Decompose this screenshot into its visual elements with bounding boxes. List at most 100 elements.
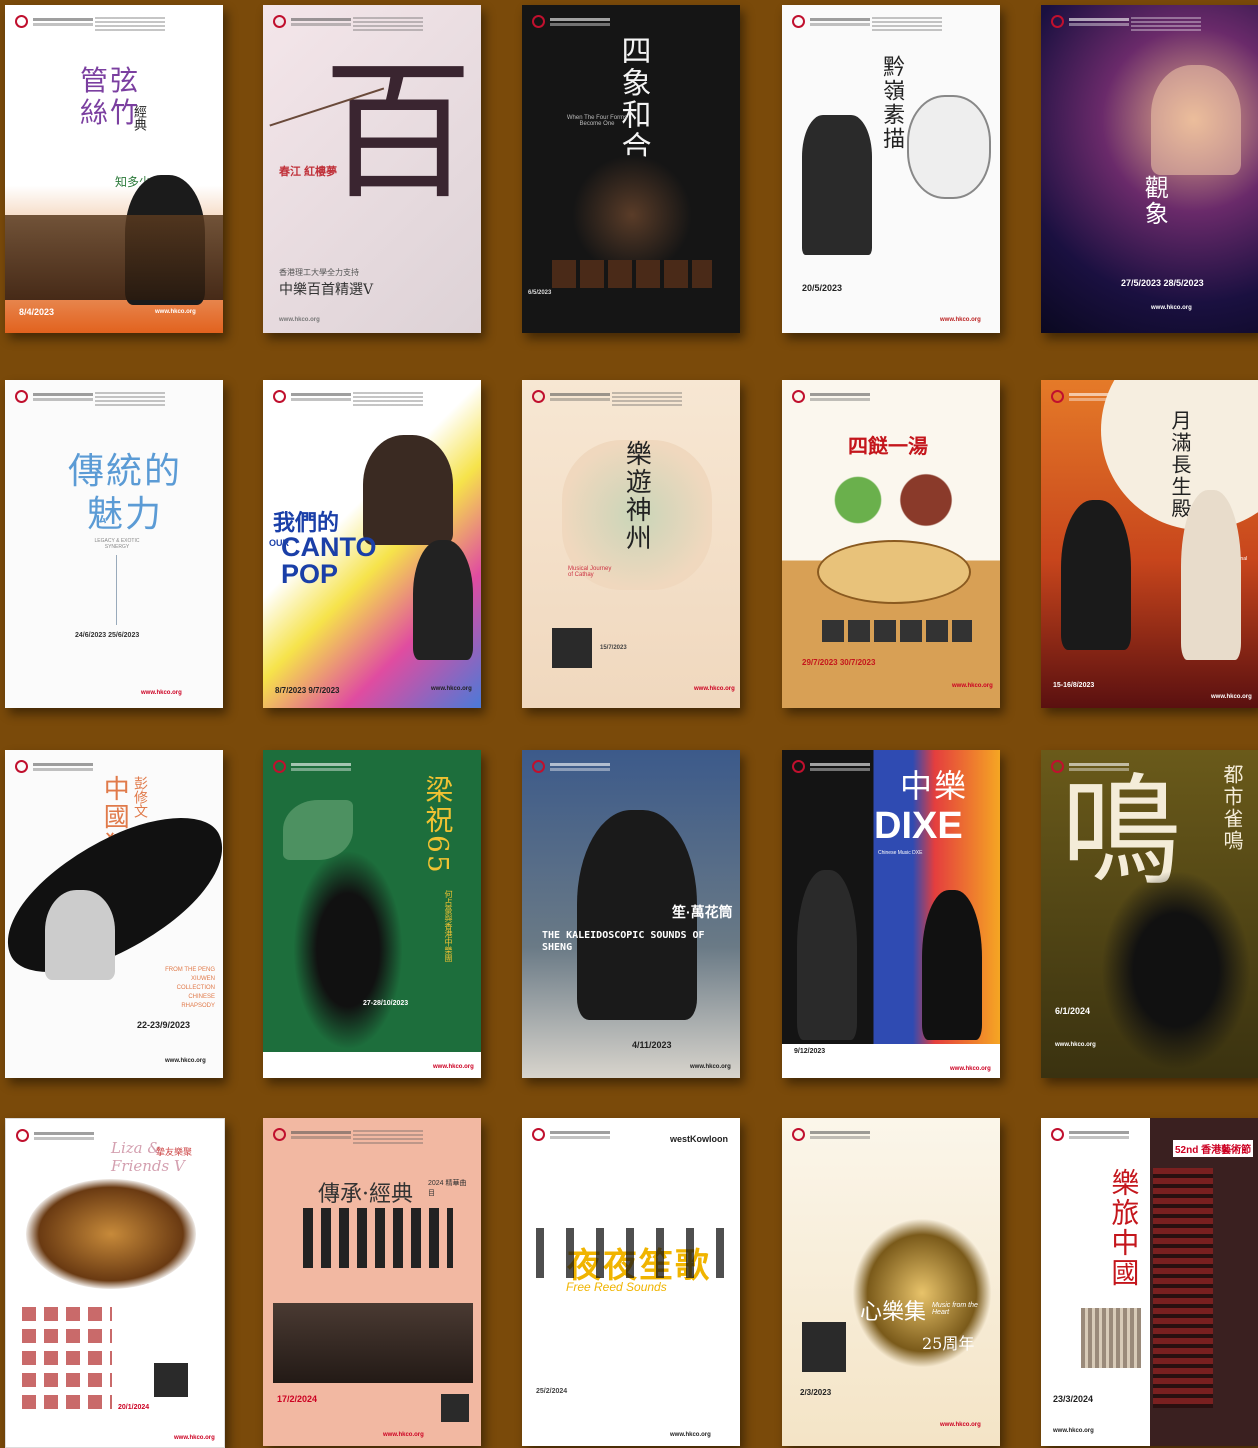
poster-title: 心樂集 <box>860 1300 927 1325</box>
poster-url: www.hkco.org <box>1055 1042 1096 1048</box>
poster-extra: 中樂百首精選V <box>279 282 374 298</box>
poster-subtitle: 摯友樂聚 <box>156 1147 193 1157</box>
poster-13[interactable]: 笙·萬花筒 THE KALEIDOSCOPIC SOUNDS OF SHENG … <box>522 750 740 1078</box>
poster-1[interactable]: 管弦絲竹 經典 知多少 8/4/2023 www.hkco.org <box>5 5 223 333</box>
poster-url: www.hkco.org <box>431 686 472 692</box>
poster-date: 27/5/2023 28/5/2023 <box>1121 278 1204 288</box>
conductor-photo <box>1061 500 1131 650</box>
poster-6[interactable]: 傳統的魅力 LEGACY & EXOTIC SYNERGY 24/6/2023 … <box>5 380 223 708</box>
hkco-logo <box>273 15 353 31</box>
poster-url: www.hkco.org <box>383 1432 424 1438</box>
header-text <box>612 392 682 406</box>
hkco-logo <box>792 1128 872 1144</box>
poster-20[interactable]: 52nd 香港藝術節 樂旅中國 23/3/2024 www.hkco.org <box>1041 1118 1258 1446</box>
poster-subtitle: Free Reed Sounds <box>566 1280 667 1294</box>
orchestra-photo <box>5 215 223 300</box>
orchestra-photo <box>273 1303 473 1383</box>
poster-14[interactable]: 中樂 DIXE Chinese Music DXE 9/12/2023 www.… <box>782 750 1000 1078</box>
hkco-logo <box>273 390 353 406</box>
poster-url: www.hkco.org <box>950 1066 991 1072</box>
poster-date: 6/1/2024 <box>1055 1006 1091 1016</box>
header-text <box>353 392 423 406</box>
poster-subtitle: CANTO POP <box>281 532 377 589</box>
poster-subtitle: When The Four Forms Become One <box>566 115 628 127</box>
poster-5[interactable]: 觀象 27/5/2023 28/5/2023 www.hkco.org <box>1041 5 1258 333</box>
poster-subtitle: DIXE <box>874 805 963 847</box>
poster-date: 9/12/2023 <box>794 1048 826 1055</box>
concert-hall-photo <box>1153 1168 1213 1408</box>
poster-date: 15/7/2023 <box>600 645 627 651</box>
poster-url: www.hkco.org <box>670 1432 711 1438</box>
poster-7[interactable]: 我們的 OUR CANTO POP 8/7/2023 9/7/2023 www.… <box>263 380 481 708</box>
poster-url: www.hkco.org <box>1053 1428 1094 1434</box>
poster-subtitle: 彭修文 <box>133 776 149 818</box>
poster-10[interactable]: 月滿長生殿 The Palace of Eternal Life 15-16/8… <box>1041 380 1258 708</box>
conductor-photo <box>413 540 473 660</box>
poster-url: www.hkco.org <box>1211 694 1252 700</box>
poster-title: 月滿長生殿 <box>1168 410 1192 520</box>
musicians-photo <box>293 850 403 1050</box>
poster-extra: 25周年 <box>922 1334 975 1353</box>
poster-url: www.hkco.org <box>279 317 320 323</box>
poster-url: www.hkco.org <box>155 309 196 315</box>
family-illustration <box>807 460 977 540</box>
poster-subtitle: 何占豪與香港中樂團 <box>444 890 453 962</box>
poster-subtitle: 經典 <box>132 105 147 131</box>
hkco-logo <box>532 390 612 406</box>
poster-url: www.hkco.org <box>433 1064 474 1070</box>
hkco-logo <box>1051 1128 1131 1144</box>
poster-2[interactable]: 百 春江 紅樓夢 香港理工大學全力支持 中樂百首精選V www.hkco.org <box>263 5 481 333</box>
hkco-logo <box>273 760 353 776</box>
poster-title: 傳統的魅力 <box>67 451 182 536</box>
poster-8[interactable]: 樂遊神州 Musical Journey of Cathay 15/7/2023… <box>522 380 740 708</box>
poster-date: 23/3/2024 <box>1053 1394 1094 1404</box>
artist-grid <box>22 1307 112 1417</box>
poster-date: 29/7/2023 30/7/2023 <box>802 658 876 667</box>
poster-grid: 管弦絲竹 經典 知多少 8/4/2023 www.hkco.org 百 春江 紅… <box>0 0 1258 1448</box>
poster-4[interactable]: 黔嶺素描 20/5/2023 www.hkco.org <box>782 5 1000 333</box>
poster-date: 8/4/2023 <box>19 307 55 317</box>
poster-title: 笙·萬花筒 <box>672 904 733 920</box>
poster-11[interactable]: 中國狂想曲 彭修文 FROM THE PENG XIUWEN COLLECTIO… <box>5 750 223 1078</box>
poster-url: www.hkco.org <box>940 1422 981 1428</box>
poster-date: 20/1/2024 <box>118 1404 150 1411</box>
food-illustration <box>817 540 971 604</box>
poster-18[interactable]: westKowloon 夜夜笙歌 Free Reed Sounds 25/2/2… <box>522 1118 740 1446</box>
poster-url: www.hkco.org <box>174 1435 215 1441</box>
musician-photo <box>802 115 872 255</box>
poster-subtitle: LEGACY & EXOTIC SYNERGY <box>94 538 140 550</box>
poster-15[interactable]: 鳴 都市雀鳴 6/1/2024 www.hkco.org <box>1041 750 1258 1078</box>
poster-title: 四象和合 <box>615 35 651 163</box>
poster-date: 2/3/2023 <box>800 1388 832 1397</box>
poster-title: 四餸一湯 <box>848 436 928 458</box>
poster-3[interactable]: 四象和合 When The Four Forms Become One 6/5/… <box>522 5 740 333</box>
header-text <box>353 17 423 31</box>
poster-extra: westKowloon <box>670 1134 728 1144</box>
poster-17[interactable]: 傳承·經典 2024 精華曲目 17/2/2024 www.hkco.org <box>263 1118 481 1446</box>
flautists-photo <box>1101 870 1251 1070</box>
poster-url: www.hkco.org <box>141 690 182 696</box>
poster-title: 樂遊神州 <box>621 440 652 552</box>
poster-url: www.hkco.org <box>694 686 735 692</box>
poster-16[interactable]: Liza & Friends V 摯友樂聚 20/1/2024 www.hkco… <box>5 1118 225 1448</box>
poster-title: 梁祝65 <box>421 775 455 875</box>
header-text <box>95 17 165 31</box>
hkco-logo <box>273 1128 353 1144</box>
poster-subtitle: Music from the Heart <box>932 1302 978 1316</box>
poster-12[interactable]: 梁祝65 何占豪與香港中樂團 27-28/10/2023 www.hkco.or… <box>263 750 481 1078</box>
musician-silhouettes <box>536 1228 726 1278</box>
poster-subtitle: 香港理工大學全力支持 <box>279 268 359 277</box>
poster-9[interactable]: 四餸一湯 29/7/2023 30/7/2023 www.hkco.org <box>782 380 1000 708</box>
hkco-logo <box>792 15 872 31</box>
poster-url: www.hkco.org <box>940 317 981 323</box>
performer-photo <box>1181 490 1241 660</box>
poster-subtitle: 52nd 香港藝術節 <box>1173 1140 1254 1157</box>
soloist-photo <box>922 890 982 1040</box>
poster-subtitle: THE KALEIDOSCOPIC SOUNDS OF SHENG <box>542 930 705 953</box>
poster-date: 20/5/2023 <box>802 283 843 293</box>
header-text <box>353 1130 423 1144</box>
poster-title: 樂旅中國 <box>1107 1168 1141 1288</box>
conductor-thumb <box>552 628 592 668</box>
portrait-sketch <box>907 95 991 199</box>
poster-19[interactable]: 心樂集 Music from the Heart 25周年 2/3/2023 w… <box>782 1118 1000 1446</box>
